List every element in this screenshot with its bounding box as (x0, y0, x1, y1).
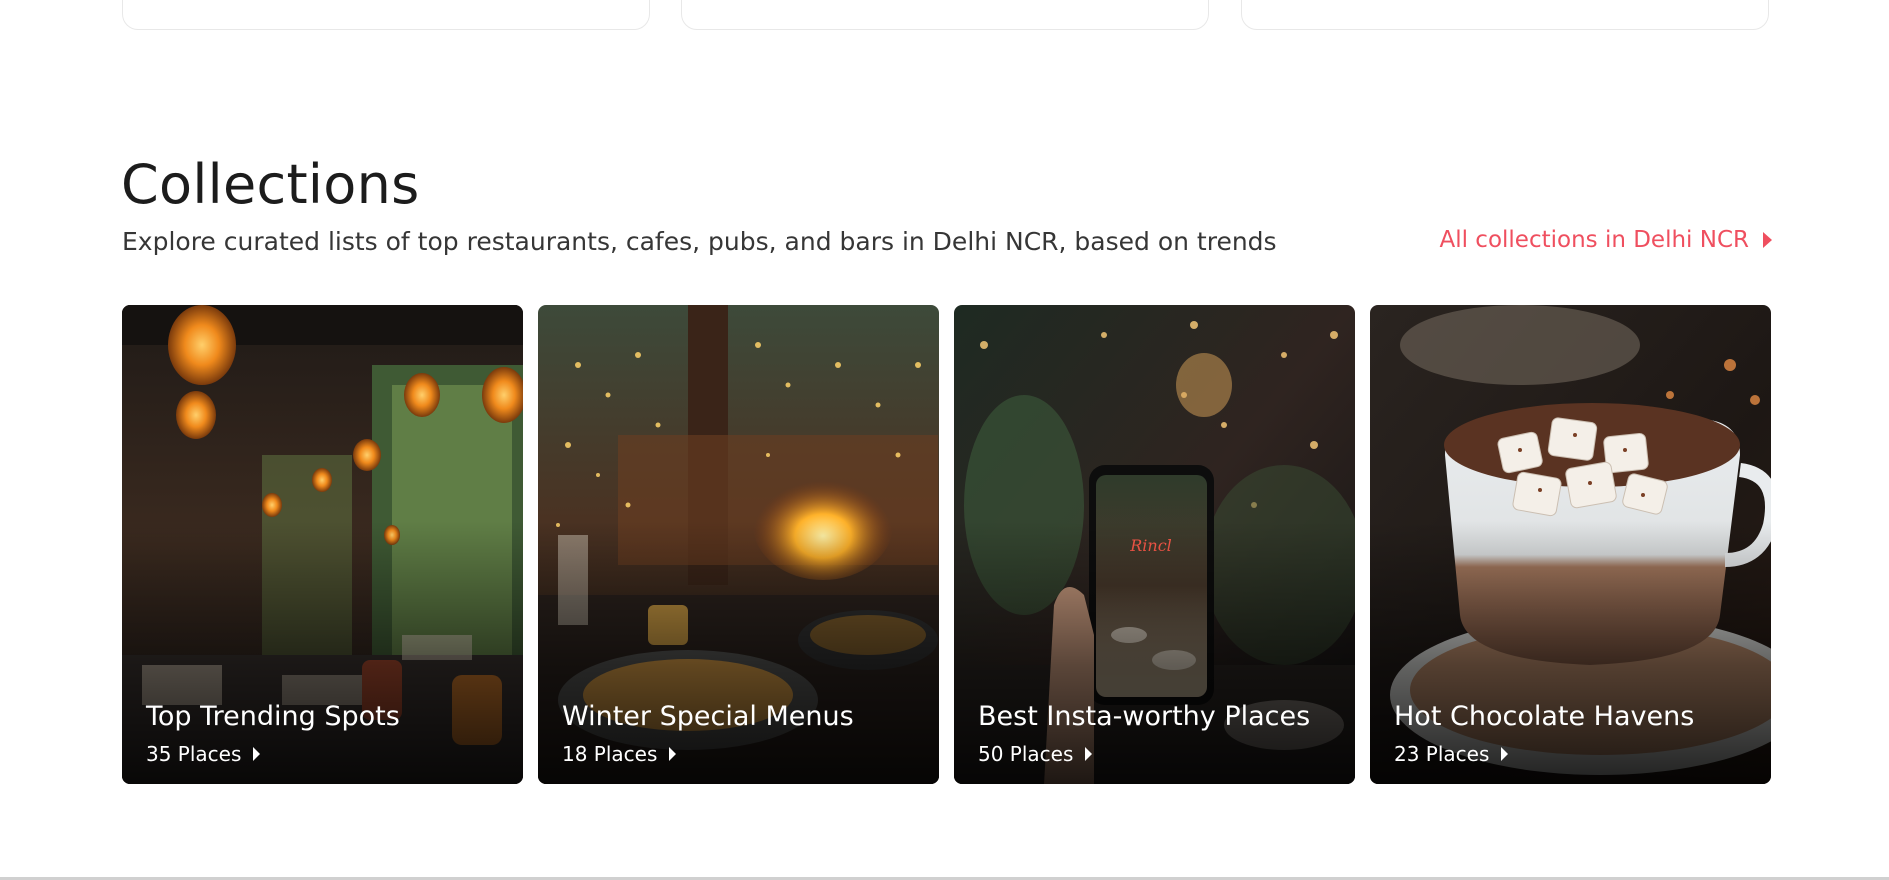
collection-count: 18 Places (562, 740, 677, 768)
previous-section-card[interactable] (681, 0, 1209, 30)
collection-count: 35 Places (146, 740, 261, 768)
collection-count-label: 23 Places (1394, 742, 1490, 766)
caret-right-icon (669, 747, 677, 761)
previous-section-card[interactable] (1241, 0, 1769, 30)
all-collections-link[interactable]: All collections in Delhi NCR (1439, 222, 1772, 258)
collection-title: Winter Special Menus (562, 701, 854, 732)
caret-right-icon (253, 747, 261, 761)
page: Collections Explore curated lists of top… (0, 0, 1889, 880)
collection-card[interactable]: Winter Special Menus 18 Places (538, 305, 939, 784)
section-title: Collections (121, 153, 420, 216)
collection-title: Best Insta-worthy Places (978, 701, 1311, 732)
all-collections-label: All collections in Delhi NCR (1439, 227, 1749, 253)
collection-count: 50 Places (978, 740, 1093, 768)
collection-count-label: 35 Places (146, 742, 242, 766)
collection-count-label: 50 Places (978, 742, 1074, 766)
caret-right-icon (1501, 747, 1509, 761)
collection-card[interactable]: Top Trending Spots 35 Places (122, 305, 523, 784)
collections-row: Top Trending Spots 35 Places Winter Spec… (122, 305, 1771, 784)
collection-title: Hot Chocolate Havens (1394, 701, 1695, 732)
section-subtitle: Explore curated lists of top restaurants… (122, 227, 1277, 256)
collection-title: Top Trending Spots (146, 701, 400, 732)
caret-right-icon (1085, 747, 1093, 761)
collection-count-label: 18 Places (562, 742, 658, 766)
collection-card[interactable]: Hot Chocolate Havens 23 Places (1370, 305, 1771, 784)
collection-count: 23 Places (1394, 740, 1509, 768)
caret-right-icon (1763, 232, 1772, 248)
previous-section-card[interactable] (122, 0, 650, 30)
collection-card[interactable]: Rincl Best Insta-worthy Places 50 Places (954, 305, 1355, 784)
